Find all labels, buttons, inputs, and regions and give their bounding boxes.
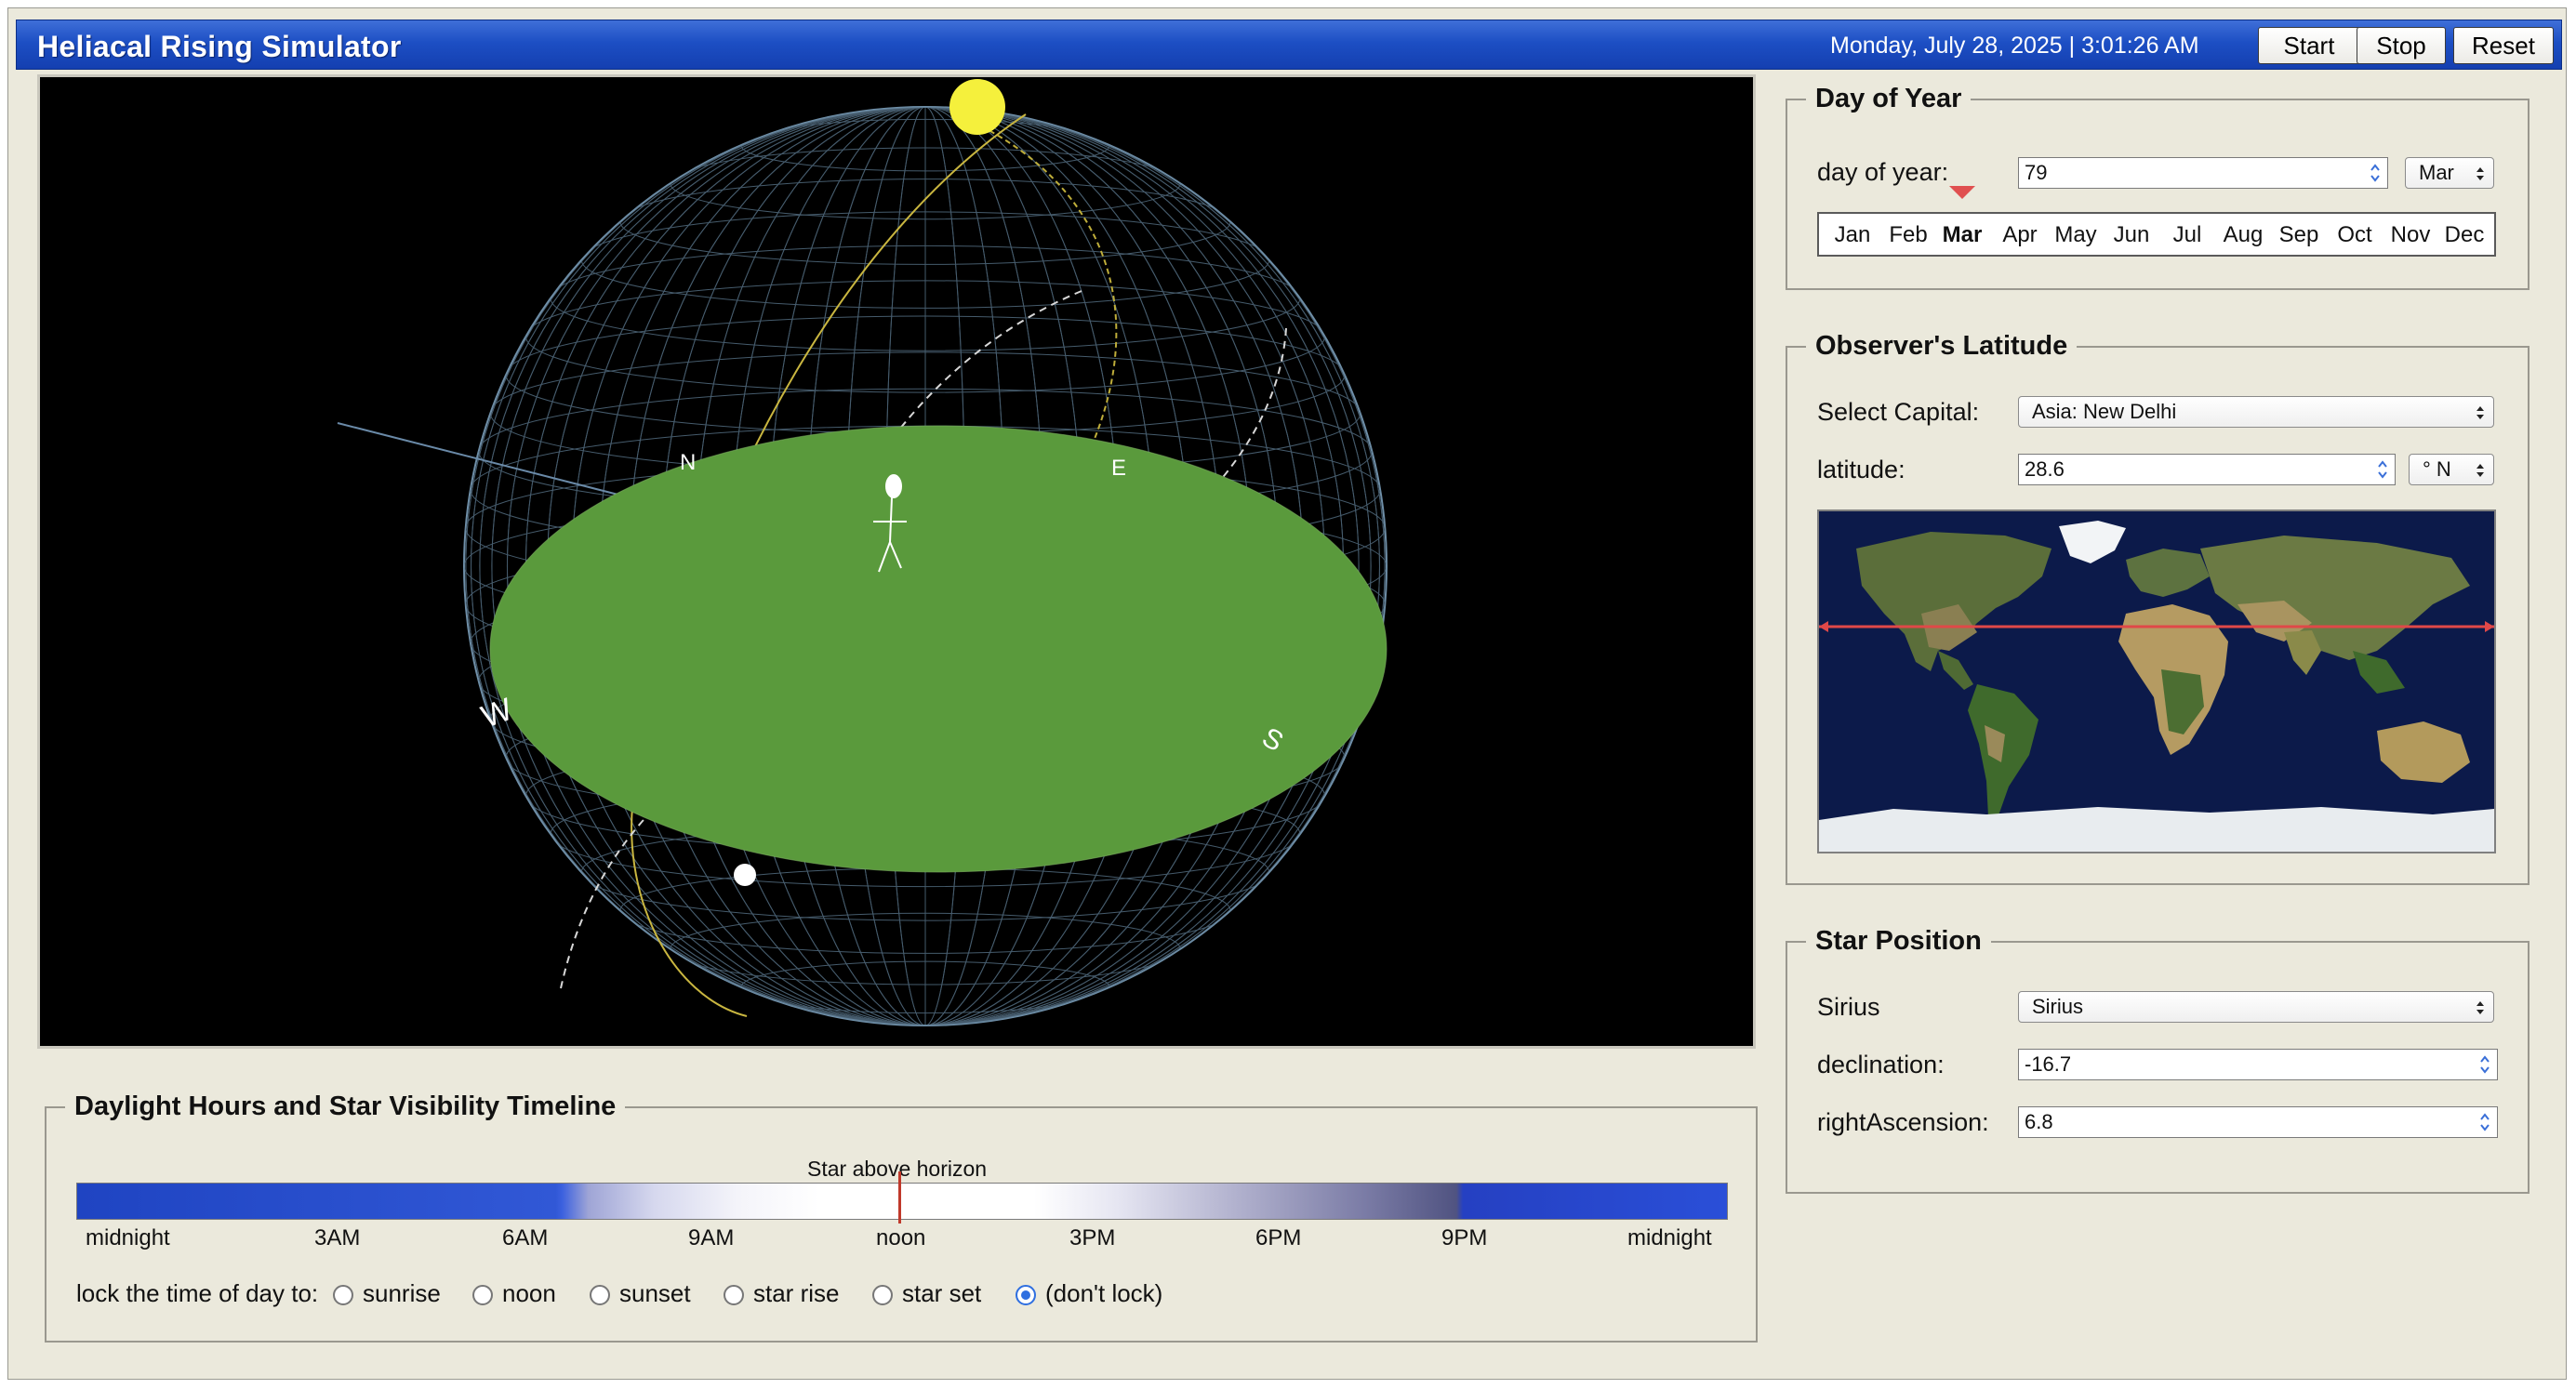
- lock-option-label: noon: [502, 1279, 556, 1307]
- month-jan[interactable]: Jan: [1825, 222, 1880, 248]
- celestial-sphere: N E S W: [337, 79, 1388, 1026]
- select-arrows-icon: [2476, 167, 2484, 180]
- ecliptic-path: [955, 113, 1118, 469]
- lock-option-label: star rise: [753, 1279, 840, 1307]
- reset-button[interactable]: Reset: [2453, 27, 2554, 64]
- lock-option-label: (don't lock): [1045, 1279, 1163, 1307]
- latitude-input[interactable]: 28.6: [2018, 454, 2396, 485]
- app-title: Heliacal Rising Simulator: [37, 30, 402, 63]
- day-of-year-label: day of year:: [1817, 158, 1949, 186]
- month-aug[interactable]: Aug: [2215, 222, 2271, 248]
- lock-radio-sunrise[interactable]: [333, 1285, 353, 1305]
- lock-radio-noon[interactable]: [472, 1285, 493, 1305]
- latitude-legend: Observer's Latitude: [1815, 331, 2068, 361]
- spinner-icon[interactable]: [2478, 1111, 2491, 1133]
- celestial-sphere-view[interactable]: N E S W: [37, 74, 1756, 1049]
- month-select[interactable]: Mar: [2405, 157, 2494, 189]
- lock-option-label: sunset: [619, 1279, 691, 1307]
- title-bar: Heliacal Rising Simulator Monday, July 2…: [16, 20, 2562, 70]
- month-strip[interactable]: Jan Feb Mar Apr May Jun Jul Aug Sep Oct Nov Dec: [1817, 212, 2496, 257]
- month-may[interactable]: May: [2048, 222, 2104, 248]
- month-jun[interactable]: Jun: [2104, 222, 2159, 248]
- timeline-legend: Daylight Hours and Star Visibility Timel…: [74, 1091, 617, 1121]
- lock-option-label: sunrise: [363, 1279, 441, 1307]
- month-mar[interactable]: Mar: [1934, 222, 1990, 248]
- timeline-tick: 9PM: [1441, 1225, 1488, 1250]
- lock-radio-star-set[interactable]: [872, 1285, 893, 1305]
- horizon-plane: [490, 426, 1387, 872]
- timeline-tick: midnight: [86, 1225, 170, 1250]
- star-name-label: Sirius: [1817, 993, 1880, 1021]
- star-select-value: Sirius: [2032, 995, 2084, 1018]
- hemisphere-select[interactable]: ° N: [2409, 454, 2494, 485]
- spinner-icon[interactable]: [2478, 1053, 2491, 1076]
- day-of-year-input[interactable]: 79: [2018, 157, 2388, 189]
- month-apr[interactable]: Apr: [1992, 222, 2048, 248]
- timeline-tick: 3PM: [1069, 1225, 1116, 1250]
- day-marker-icon[interactable]: [1949, 186, 1975, 199]
- latitude-label: latitude:: [1817, 456, 1905, 483]
- lock-radio-sunset[interactable]: [590, 1285, 610, 1305]
- month-dec[interactable]: Dec: [2437, 222, 2492, 248]
- start-button[interactable]: Start: [2258, 27, 2360, 64]
- spinner-icon[interactable]: [2376, 458, 2389, 481]
- sun-marker: [949, 79, 1005, 135]
- timeline-tick: 6PM: [1255, 1225, 1302, 1250]
- spinner-icon[interactable]: [2369, 162, 2382, 184]
- star-position-legend: Star Position: [1815, 926, 1982, 956]
- stop-button[interactable]: Stop: [2357, 27, 2446, 64]
- compass-east: E: [1111, 456, 1126, 481]
- star-marker: [734, 864, 756, 886]
- month-oct[interactable]: Oct: [2327, 222, 2383, 248]
- declination-value: -16.7: [2025, 1052, 2072, 1076]
- month-feb[interactable]: Feb: [1880, 222, 1936, 248]
- lock-time-label: lock the time of day to:: [76, 1279, 319, 1307]
- current-time-marker[interactable]: [898, 1171, 901, 1224]
- month-nov[interactable]: Nov: [2383, 222, 2438, 248]
- lock-radio-don-t-lock[interactable]: [1016, 1285, 1036, 1305]
- lock-option-label: star set: [902, 1279, 982, 1307]
- right-ascension-label: rightAscension:: [1817, 1108, 1989, 1136]
- right-ascension-input[interactable]: 6.8: [2018, 1106, 2498, 1138]
- right-ascension-value: 6.8: [2025, 1110, 2053, 1133]
- timeline-tick: noon: [876, 1225, 926, 1250]
- month-jul[interactable]: Jul: [2159, 222, 2215, 248]
- day-of-year-value: 79: [2025, 161, 2048, 184]
- star-select[interactable]: Sirius: [2018, 991, 2494, 1023]
- hemisphere-value: ° N: [2423, 457, 2451, 481]
- timeline-tick: 3AM: [314, 1225, 361, 1250]
- day-of-year-legend: Day of Year: [1815, 84, 1962, 113]
- timeline-tick: 9AM: [688, 1225, 735, 1250]
- capital-select-value: Asia: New Delhi: [2032, 400, 2177, 423]
- declination-input[interactable]: -16.7: [2018, 1049, 2498, 1080]
- select-arrows-icon: [2476, 464, 2484, 477]
- datetime-display: Monday, July 28, 2025 | 3:01:26 AM: [1830, 33, 2199, 59]
- star-above-horizon-caption: Star above horizon: [807, 1157, 988, 1181]
- month-sep[interactable]: Sep: [2271, 222, 2327, 248]
- world-map[interactable]: [1817, 509, 2496, 853]
- timeline-tick: midnight: [1627, 1225, 1712, 1250]
- lock-radio-star-rise[interactable]: [724, 1285, 744, 1305]
- timeline-tick: 6AM: [502, 1225, 549, 1250]
- select-arrows-icon: [2476, 406, 2484, 419]
- capital-select[interactable]: Asia: New Delhi: [2018, 396, 2494, 428]
- declination-label: declination:: [1817, 1051, 1945, 1078]
- daylight-timeline-bar[interactable]: [76, 1183, 1728, 1220]
- latitude-value: 28.6: [2025, 457, 2065, 481]
- capital-label: Select Capital:: [1817, 398, 1980, 426]
- month-select-value: Mar: [2419, 161, 2454, 184]
- compass-north: N: [680, 450, 696, 475]
- world-map-image: [1819, 511, 2494, 852]
- select-arrows-icon: [2476, 1001, 2484, 1014]
